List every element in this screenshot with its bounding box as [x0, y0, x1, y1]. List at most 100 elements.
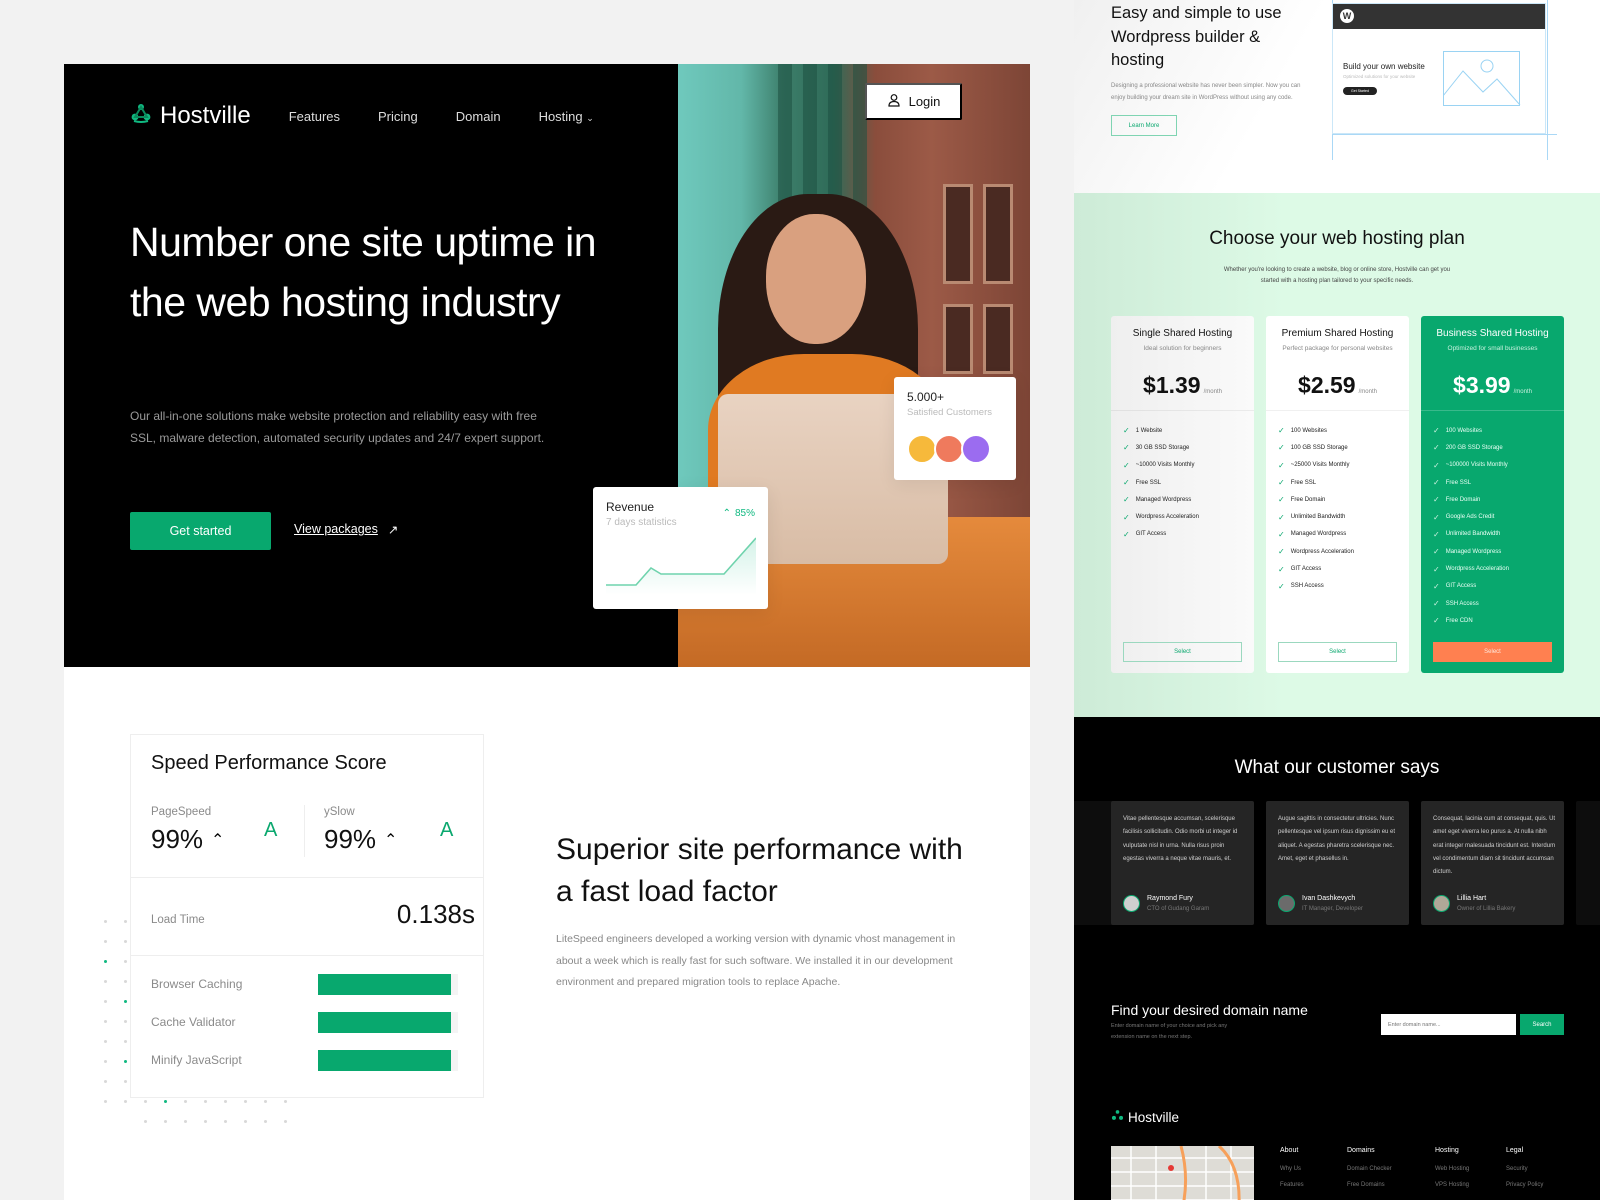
decor-dot: [164, 1100, 167, 1103]
plan-feature-item: ✓ Free CDN: [1433, 612, 1509, 629]
metric-label: Browser Caching: [151, 977, 243, 991]
brand-logo[interactable]: Hostville: [130, 102, 251, 131]
domain-search-button[interactable]: Search: [1520, 1014, 1564, 1035]
plan-name: Premium Shared Hosting: [1281, 328, 1394, 339]
decor-dot: [104, 980, 107, 983]
plan-feature-label: 200 GB SSD Storage: [1445, 444, 1503, 451]
revenue-subtitle: 7 days statistics: [606, 517, 677, 528]
testimonials-title: What our customer says: [1234, 757, 1440, 778]
location-map[interactable]: [1111, 1146, 1254, 1200]
testimonial-text: Consequat, lacinia cum at consequat, qui…: [1433, 816, 1556, 876]
plan-feature-item: ✓ Wordpress Acceleration: [1278, 543, 1354, 560]
footer-logo[interactable]: Hostville: [1111, 1109, 1179, 1125]
login-label: Login: [908, 94, 941, 109]
plan-features: ✓ 100 Websites ✓ 100 GB SSD Storage ✓ ~25000 …: [1278, 422, 1354, 595]
customer-avatar: [961, 434, 991, 464]
nav-features[interactable]: Features: [289, 109, 340, 124]
pagespeed-grade: A: [264, 819, 278, 841]
plan-feature-label: 100 Websites: [1445, 427, 1482, 434]
view-packages-label: View packages: [294, 522, 378, 536]
nav-hosting[interactable]: Hosting ⌄: [539, 109, 594, 124]
checkmark-icon: ✓: [1433, 478, 1440, 488]
load-time-value: 0.138s: [396, 899, 475, 929]
nav-domain[interactable]: Domain: [456, 109, 501, 124]
decor-dot: [144, 1100, 147, 1103]
plan-card-premium: Premium Shared Hosting Perfect package f…: [1266, 316, 1409, 673]
decor-dot: [124, 1100, 127, 1103]
divider: [1266, 410, 1409, 411]
checkmark-icon: ✓: [1123, 478, 1130, 488]
footer-link[interactable]: Privacy Policy: [1506, 1182, 1543, 1188]
select-plan-button[interactable]: Select: [1278, 642, 1397, 662]
login-button[interactable]: Login: [865, 83, 962, 120]
map-highway: [1217, 1146, 1241, 1200]
mockup-subtitle: Optimized solutions for your website: [1343, 74, 1416, 79]
plan-feature-label: GIT Access: [1135, 531, 1167, 538]
testimonial-text: Augue sagittis in consectetur ultricies.…: [1278, 816, 1396, 862]
select-plan-button[interactable]: Select: [1433, 642, 1552, 662]
plan-feature-item: ✓ Google Ads Credit: [1433, 508, 1509, 525]
metric-bar-fill: [318, 1012, 451, 1033]
plan-feature-label: 1 Website: [1135, 427, 1163, 434]
plan-feature-label: Free Domain: [1445, 496, 1481, 503]
plan-feature-item: ✓ ~10000 Visits Monthly: [1123, 457, 1199, 474]
footer-link[interactable]: Free Domains: [1347, 1182, 1392, 1188]
checkmark-icon: ✓: [1433, 529, 1440, 539]
brand-name: Hostville: [160, 102, 251, 129]
footer-link[interactable]: VPS Hosting: [1435, 1182, 1469, 1188]
plan-feature-item: ✓ 200 GB SSD Storage: [1433, 439, 1509, 456]
nav-pricing[interactable]: Pricing: [378, 109, 418, 124]
divider: [304, 805, 305, 857]
plan-feature-item: ✓ Managed Wordpress: [1433, 543, 1509, 560]
decor-dot: [224, 1100, 227, 1103]
plan-feature-item: ✓ SSH Access: [1433, 595, 1509, 612]
plan-card-single: Single Shared Hosting Ideal solution for…: [1111, 316, 1254, 673]
footer-link[interactable]: Security: [1506, 1166, 1543, 1172]
decor-dot: [124, 960, 127, 963]
chevron-up-icon: ⌃: [211, 831, 225, 849]
footer-link[interactable]: Domain Checker: [1347, 1166, 1392, 1172]
plan-feature-item: ✓ 100 GB SSD Storage: [1278, 439, 1354, 456]
plan-feature-item: ✓ Wordpress Acceleration: [1433, 560, 1509, 577]
footer-link[interactable]: Why Us: [1280, 1166, 1304, 1172]
person-face: [766, 214, 866, 344]
load-time-label: Load Time: [151, 914, 205, 926]
wordpress-section: Easy and simple to use Wordpress builder…: [1074, 0, 1600, 193]
select-plan-button[interactable]: Select: [1123, 642, 1242, 662]
performance-heading: Superior site performance with a fast lo…: [556, 833, 963, 908]
map-graphic: [1111, 1146, 1254, 1200]
learn-more-button[interactable]: Learn More: [1111, 115, 1177, 136]
decor-dot: [124, 1020, 127, 1023]
revenue-card: Revenue 7 days statistics ⌃ 85%: [593, 487, 768, 609]
decor-dot: [124, 980, 127, 983]
plan-name: Business Shared Hosting: [1436, 328, 1549, 339]
footer-column-title: About: [1280, 1147, 1299, 1154]
decor-dot: [244, 1120, 247, 1123]
window-shape: [943, 184, 973, 284]
decor-dot: [204, 1100, 207, 1103]
plan-price: $3.99/month: [1421, 372, 1564, 399]
metric-bar: [318, 1050, 458, 1071]
mockup-get-started-button[interactable]: Get Started: [1343, 87, 1377, 95]
decor-dot: [104, 940, 107, 943]
view-packages-link[interactable]: View packages ↗: [294, 522, 398, 537]
domain-search-input[interactable]: [1381, 1014, 1516, 1035]
domain-description: Enter domain name of your choice and pic…: [1111, 1023, 1228, 1040]
footer-link[interactable]: Features: [1280, 1182, 1304, 1188]
wordpress-icon: W: [1340, 9, 1354, 23]
plan-feature-label: ~25000 Visits Monthly: [1290, 462, 1350, 469]
decor-dot: [284, 1100, 287, 1103]
plan-feature-item: ✓ 30 GB SSD Storage: [1123, 439, 1199, 456]
metric-bar: [318, 1012, 458, 1033]
footer-link[interactable]: Web Hosting: [1435, 1166, 1469, 1172]
get-started-button[interactable]: Get started: [130, 512, 271, 550]
customers-label: Satisfied Customers: [907, 407, 993, 418]
plan-feature-label: Managed Wordpress: [1445, 548, 1502, 555]
plan-feature-label: Wordpress Acceleration: [1290, 548, 1354, 555]
decor-dot: [224, 1120, 227, 1123]
plan-feature-item: ✓ Wordpress Acceleration: [1123, 508, 1199, 525]
plan-feature-label: GIT Access: [1445, 583, 1477, 590]
decor-dot: [104, 1080, 107, 1083]
decor-dot: [124, 920, 127, 923]
plan-feature-item: ✓ Free SSL: [1278, 474, 1354, 491]
